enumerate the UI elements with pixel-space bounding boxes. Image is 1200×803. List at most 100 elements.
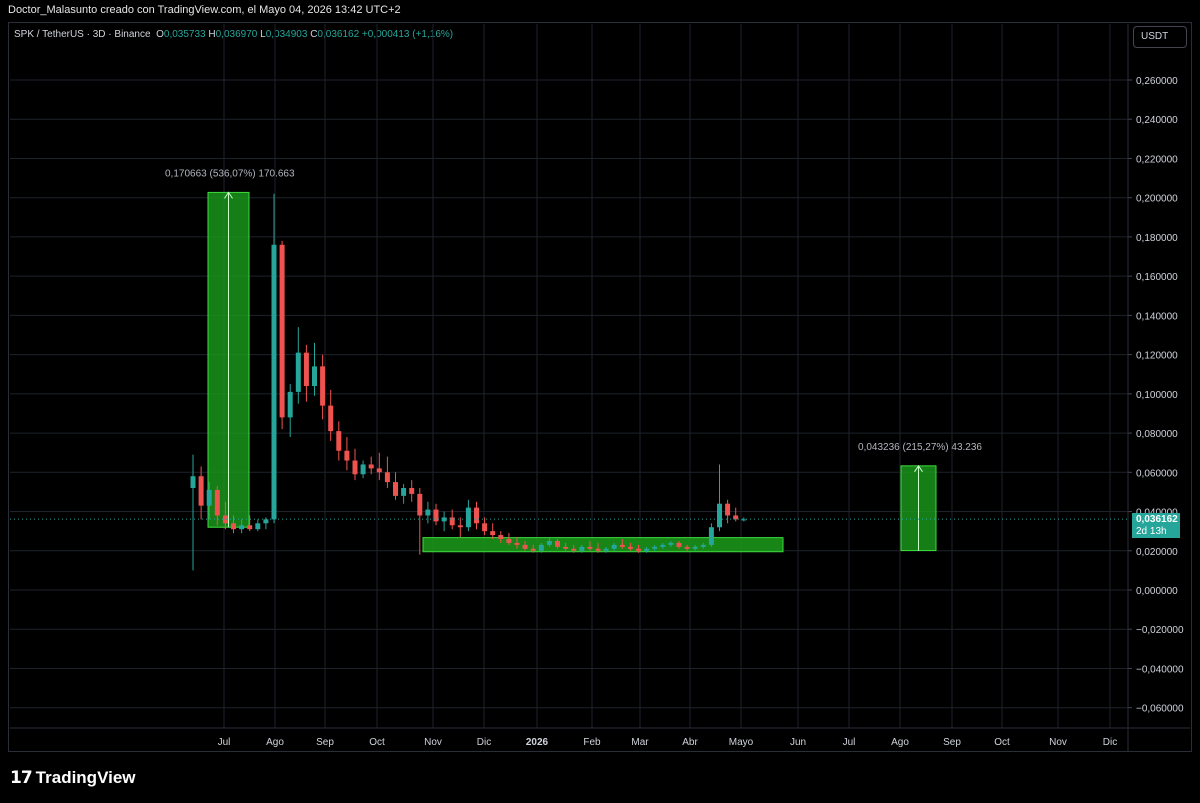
x-tick-label: Dic bbox=[1103, 737, 1117, 748]
candle-body bbox=[344, 450, 350, 461]
y-tick-label: −0,040000 bbox=[1136, 664, 1184, 675]
candle-body bbox=[506, 539, 512, 543]
candle-body bbox=[708, 527, 714, 545]
candle-body bbox=[668, 542, 674, 545]
candle-body bbox=[571, 548, 577, 551]
candle-body bbox=[409, 488, 415, 494]
candle-body bbox=[457, 525, 463, 528]
candle-body bbox=[393, 482, 398, 496]
candle-body bbox=[190, 476, 196, 489]
candle-body bbox=[360, 464, 366, 475]
candle-body bbox=[538, 544, 544, 551]
y-tick-label: 0,080000 bbox=[1136, 429, 1178, 440]
current-price-badge: 0,036162 2d 13h bbox=[1132, 513, 1180, 538]
y-tick-label: 0,100000 bbox=[1136, 390, 1178, 401]
candle-body bbox=[214, 489, 220, 516]
candle-body bbox=[263, 519, 269, 524]
x-tick-label: Jul bbox=[218, 737, 231, 748]
candle-body bbox=[465, 507, 471, 528]
x-tick-label: Sep bbox=[316, 737, 334, 748]
x-tick-label: Feb bbox=[583, 737, 601, 748]
candle-body bbox=[247, 525, 253, 530]
y-tick-label: 0,180000 bbox=[1136, 233, 1178, 244]
support-zone bbox=[422, 537, 784, 553]
x-tick-label: Oct bbox=[994, 737, 1010, 748]
y-tick-label: 0,160000 bbox=[1136, 272, 1178, 283]
candle-body bbox=[474, 507, 479, 524]
x-tick-label: Dic bbox=[477, 737, 491, 748]
candle-body bbox=[239, 525, 245, 530]
x-tick-label: Sep bbox=[943, 737, 961, 748]
candle-body bbox=[222, 515, 228, 524]
candle-body bbox=[595, 548, 601, 551]
bar-countdown: 2d 13h bbox=[1136, 526, 1167, 537]
candle-body bbox=[733, 515, 739, 520]
candle-body bbox=[652, 546, 658, 549]
candle-body bbox=[603, 548, 609, 551]
x-tick-label: Mar bbox=[631, 737, 649, 748]
x-tick-label: 2026 bbox=[526, 737, 549, 748]
candle-body bbox=[425, 509, 431, 516]
y-tick-label: 0,140000 bbox=[1136, 311, 1178, 322]
candle-body bbox=[417, 493, 423, 516]
candle-body bbox=[579, 546, 585, 551]
tradingview-logo-icon: 17 bbox=[10, 768, 33, 788]
candle-body bbox=[546, 540, 552, 545]
x-tick-label: Jul bbox=[843, 737, 856, 748]
candle-body bbox=[522, 544, 528, 549]
candle-body bbox=[320, 366, 326, 406]
x-tick-label: Oct bbox=[369, 737, 385, 748]
candle-body bbox=[700, 544, 706, 547]
tradingview-logo-text: TradingView bbox=[35, 768, 136, 787]
y-tick-label: 0,240000 bbox=[1136, 115, 1178, 126]
x-tick-label: Nov bbox=[424, 737, 442, 748]
tradingview-logo[interactable]: 17 TradingView bbox=[10, 768, 136, 788]
candle-body bbox=[384, 472, 390, 483]
candle-body bbox=[433, 509, 439, 522]
y-tick-label: 0,260000 bbox=[1136, 76, 1178, 87]
y-tick-label: 0,060000 bbox=[1136, 468, 1178, 479]
candle-body bbox=[312, 366, 317, 387]
y-tick-label: −0,020000 bbox=[1136, 625, 1184, 636]
candle-body bbox=[498, 535, 504, 540]
candle-body bbox=[401, 488, 407, 496]
candle-body bbox=[198, 476, 204, 506]
candle-body bbox=[336, 431, 342, 451]
y-tick-label: 0,120000 bbox=[1136, 351, 1178, 362]
candle-body bbox=[206, 489, 212, 506]
candle-body bbox=[368, 464, 374, 469]
candle-body bbox=[644, 548, 650, 551]
candle-body bbox=[482, 523, 488, 532]
candle-body bbox=[555, 540, 560, 547]
price-chart[interactable]: 0,260000 0,240000 0,220000 0,200000 0,180000… bbox=[0, 0, 1200, 803]
candle-body bbox=[611, 544, 617, 549]
candle-body bbox=[279, 244, 285, 418]
x-tick-label: Mayo bbox=[729, 737, 754, 748]
candle-body bbox=[490, 531, 496, 536]
candle-body bbox=[692, 546, 698, 549]
price-range-label: 0,170663 (536,07%) 170.663 bbox=[165, 168, 295, 179]
candle-body bbox=[619, 544, 625, 547]
x-tick-label: Abr bbox=[682, 737, 698, 748]
x-tick-label: Nov bbox=[1049, 737, 1067, 748]
candle-body bbox=[514, 542, 520, 545]
candle-body bbox=[231, 523, 236, 530]
candle-body bbox=[287, 391, 293, 418]
x-tick-label: Ago bbox=[891, 737, 909, 748]
candle-body bbox=[684, 546, 690, 549]
current-price-value: 0,036162 bbox=[1136, 514, 1178, 525]
candle-body bbox=[328, 405, 334, 432]
candle-body bbox=[676, 542, 682, 547]
candle-body bbox=[660, 544, 666, 547]
candle-body bbox=[303, 352, 309, 387]
y-tick-label: −0,060000 bbox=[1136, 704, 1184, 715]
price-range-label: 0,043236 (215,27%) 43.236 bbox=[858, 442, 982, 453]
y-tick-label: 0,020000 bbox=[1136, 547, 1178, 558]
candle-body bbox=[352, 460, 358, 475]
y-tick-label: 0,000000 bbox=[1136, 586, 1178, 597]
candle-body bbox=[587, 546, 593, 549]
candle-body bbox=[636, 548, 641, 551]
candle-body bbox=[725, 503, 731, 516]
candle-body bbox=[627, 546, 633, 549]
candle-body bbox=[255, 523, 261, 530]
